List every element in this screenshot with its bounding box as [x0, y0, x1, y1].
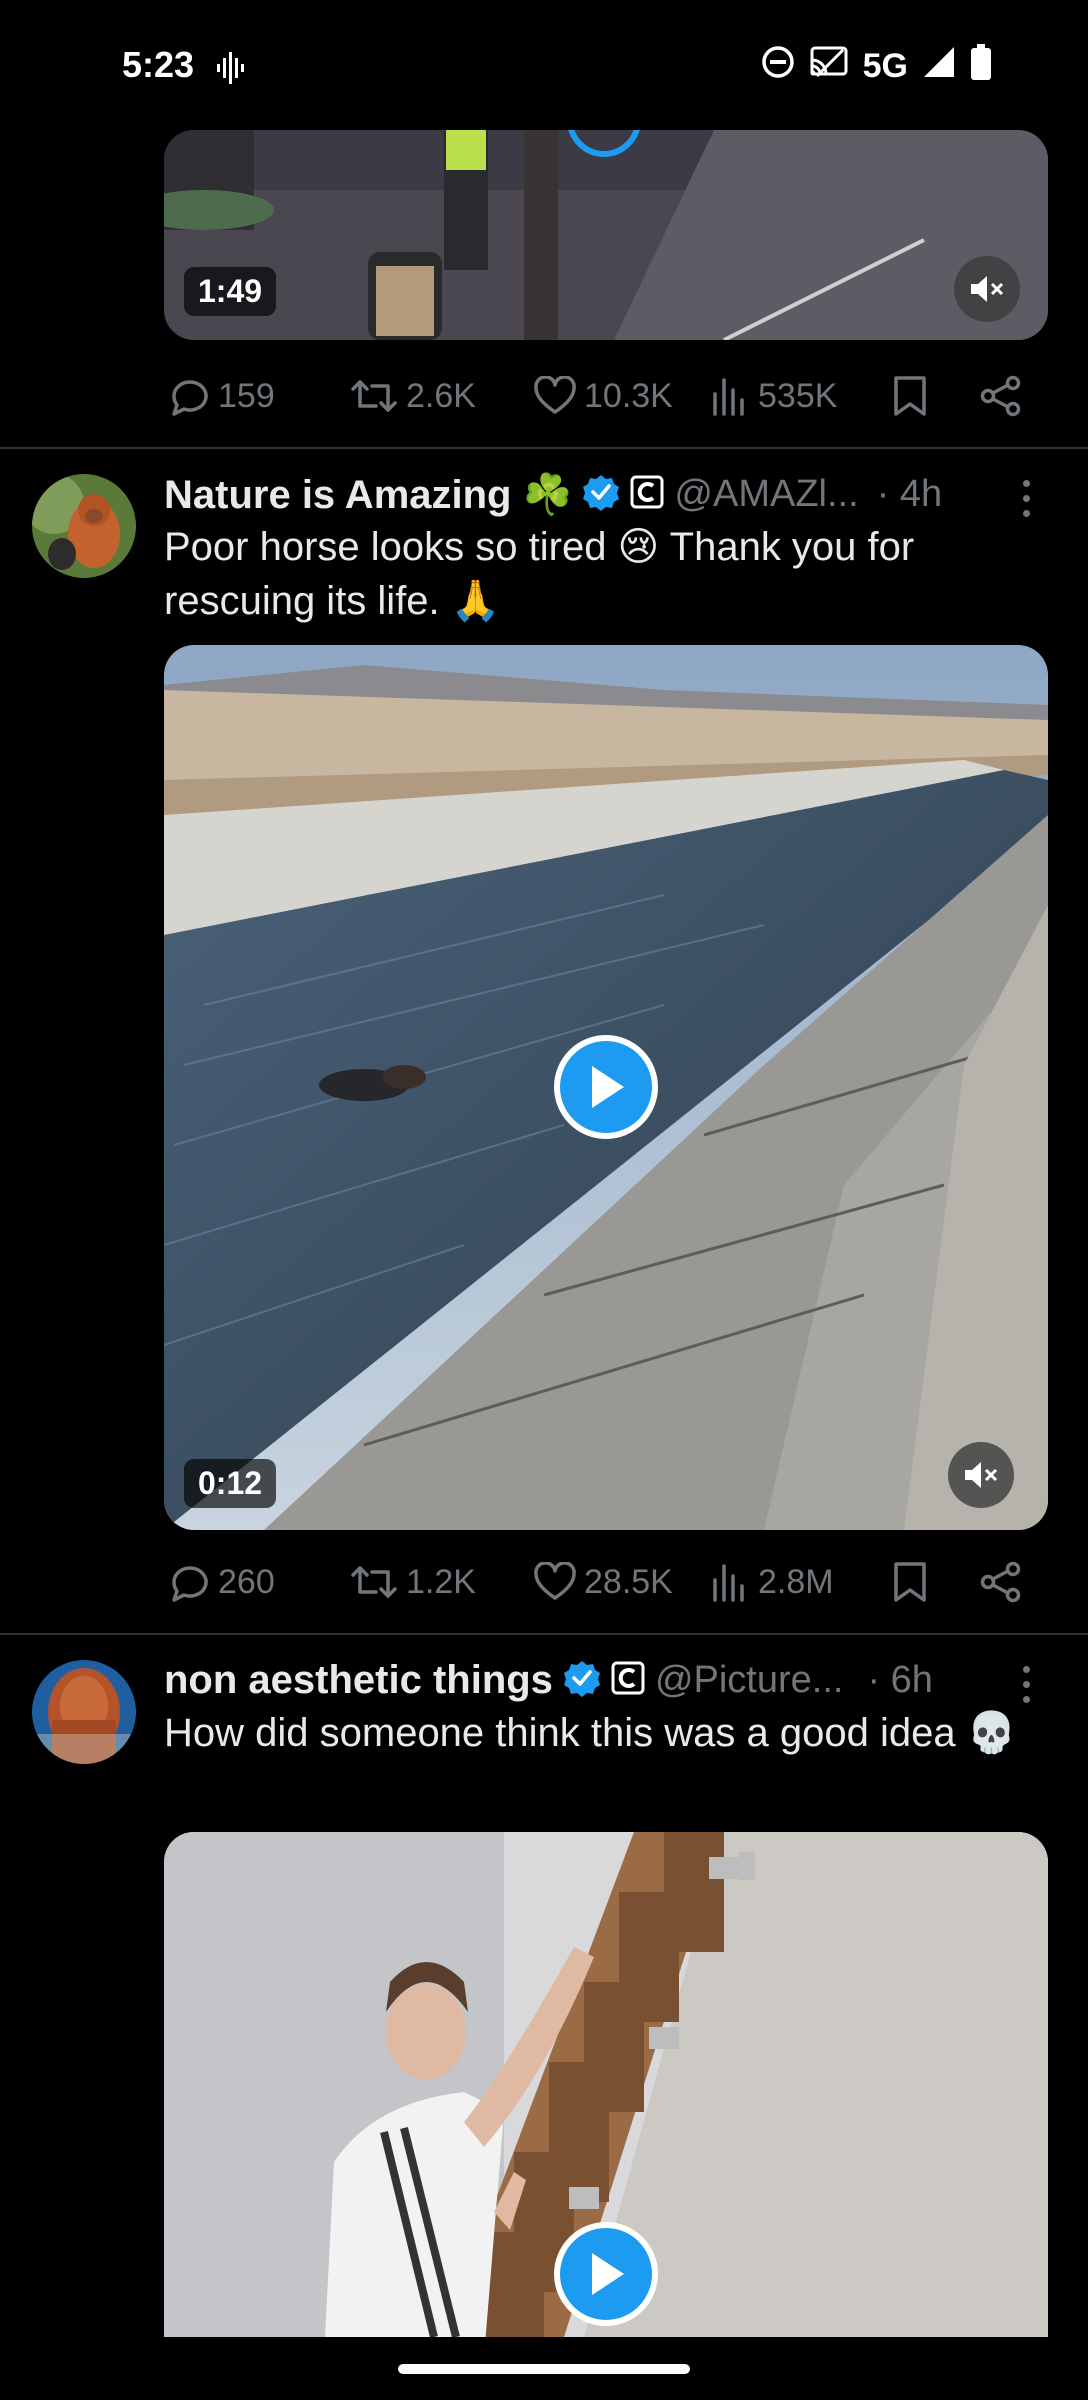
bookmark-icon: [894, 376, 926, 416]
repost-button[interactable]: 1.2K: [350, 1552, 476, 1612]
do-not-disturb-icon: [761, 45, 795, 88]
reply-button[interactable]: 260: [166, 1552, 275, 1612]
verified-badge-icon: [582, 473, 620, 516]
tweet-divider: [0, 1633, 1088, 1635]
avatar[interactable]: [32, 1660, 136, 1764]
battery-icon: [970, 44, 992, 89]
avatar[interactable]: [32, 474, 136, 578]
bookmark-icon: [894, 1562, 926, 1602]
bookmark-button[interactable]: [892, 1552, 928, 1612]
share-button[interactable]: [980, 1552, 1022, 1612]
affiliate-badge-icon: [630, 475, 664, 514]
author-name[interactable]: Nature is Amazing ☘️: [164, 471, 572, 518]
mute-icon: [971, 276, 1004, 302]
play-icon: [592, 1066, 624, 1108]
like-icon: [534, 376, 576, 414]
previous-tweet-video[interactable]: 1:49: [164, 130, 1048, 340]
like-button[interactable]: 10.3K: [534, 366, 673, 426]
tweet-video[interactable]: 0:12: [164, 645, 1048, 1530]
views-count: 535K: [758, 376, 838, 415]
views-count: 2.8M: [758, 1562, 834, 1601]
reply-icon: [172, 380, 208, 416]
tweet-time[interactable]: · 4h: [877, 473, 942, 516]
views-button[interactable]: 535K: [710, 366, 837, 426]
share-button[interactable]: [980, 366, 1022, 426]
like-icon: [534, 1562, 576, 1600]
repost-button[interactable]: 2.6K: [350, 366, 476, 426]
tweet-text: Poor horse looks so tired 😢 Thank you fo…: [164, 525, 915, 623]
like-button[interactable]: 28.5K: [534, 1552, 673, 1612]
like-count: 28.5K: [584, 1562, 673, 1601]
verified-badge-icon: [563, 1659, 601, 1702]
author-handle[interactable]: @AMAZl...: [674, 473, 858, 516]
reply-icon: [172, 1566, 208, 1602]
tweet-divider: [0, 447, 1088, 449]
status-right: 5G: [761, 44, 992, 89]
more-options-icon[interactable]: [1023, 1666, 1031, 1703]
like-count: 10.3K: [584, 376, 673, 415]
tweet-time[interactable]: · 6h: [867, 1659, 932, 1702]
share-icon: [980, 375, 1021, 417]
tweet-text: How did someone think this was a good id…: [164, 1711, 1017, 1755]
repost-count: 1.2K: [406, 1562, 476, 1601]
play-button[interactable]: [554, 1035, 658, 1139]
video-duration: 1:49: [184, 267, 277, 316]
mute-icon: [965, 1462, 998, 1488]
views-icon: [713, 378, 744, 416]
tweet-video[interactable]: [164, 1832, 1048, 2337]
status-time: 5:23: [122, 44, 195, 85]
mute-button[interactable]: [948, 1442, 1014, 1508]
reply-count: 159: [218, 376, 275, 415]
views-button[interactable]: 2.8M: [710, 1552, 834, 1612]
author-name[interactable]: non aesthetic things: [164, 1658, 553, 1703]
author-handle[interactable]: @Picture...: [655, 1659, 844, 1702]
voice-activity-icon: [216, 52, 246, 89]
network-type: 5G: [862, 47, 908, 85]
views-icon: [713, 1564, 744, 1602]
tweet-actions: 260 1.2K 28.5K 2.8M: [0, 1552, 1088, 1612]
video-duration: 0:12: [184, 1459, 277, 1508]
home-indicator[interactable]: [398, 2364, 690, 2374]
more-options-icon[interactable]: [1023, 480, 1031, 517]
repost-count: 2.6K: [406, 376, 476, 415]
signal-icon: [922, 45, 956, 88]
cast-icon: [809, 45, 849, 88]
play-button[interactable]: [554, 2222, 658, 2326]
affiliate-badge-icon: [611, 1661, 645, 1700]
repost-icon: [351, 1566, 397, 1598]
tweet-header: non aesthetic things @Picture... · 6h: [164, 1652, 933, 1708]
status-bar: 5:23 5G: [0, 0, 1088, 130]
tweet-header: Nature is Amazing ☘️ @AMAZl... · 4h: [164, 466, 942, 522]
repost-icon: [351, 380, 397, 412]
reply-button[interactable]: 159: [166, 366, 275, 426]
share-icon: [980, 1561, 1021, 1603]
mute-button[interactable]: [954, 256, 1020, 322]
bookmark-button[interactable]: [892, 366, 928, 426]
video-thumbnail: [164, 130, 1048, 340]
previous-tweet-actions: 159 2.6K 10.3K 535K: [0, 366, 1088, 426]
reply-count: 260: [218, 1562, 275, 1601]
play-icon: [592, 2253, 624, 2295]
